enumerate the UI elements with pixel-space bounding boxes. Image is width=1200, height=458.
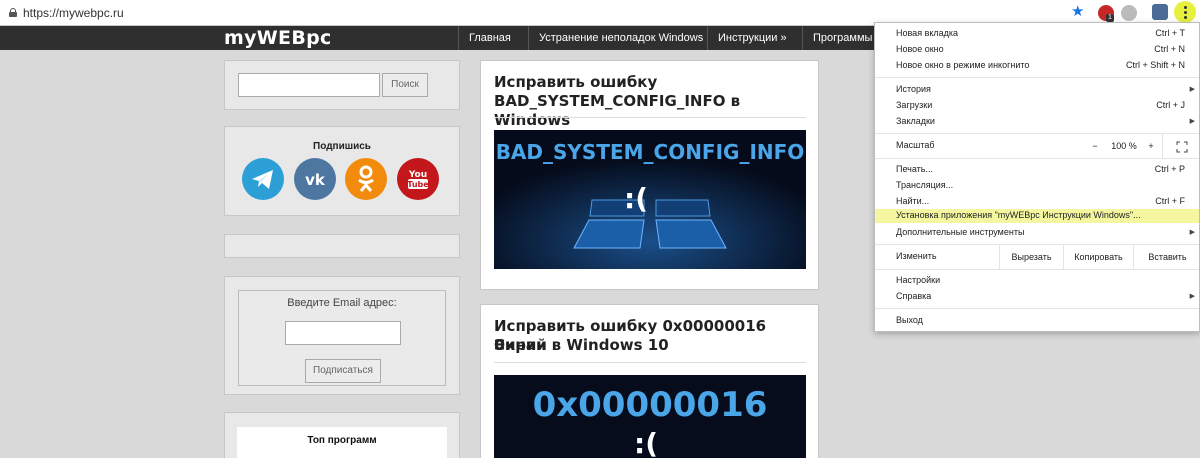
article-card: Исправить ошибку BAD_SYSTEM_CONFIG_INFO …: [480, 60, 819, 290]
chrome-menu-icon[interactable]: [1174, 1, 1196, 23]
article-card: Исправить ошибку 0x00000016 Синий Экран …: [480, 304, 819, 458]
top-programs-box: Топ программ: [237, 427, 447, 458]
svg-text:You: You: [408, 170, 427, 180]
menu-shortcut: Ctrl + N: [1154, 44, 1185, 54]
menu-item-label: Выход: [896, 315, 923, 325]
submenu-arrow-icon: ▶: [1189, 293, 1195, 300]
subscribe-title: Подпишись: [313, 141, 371, 152]
nav-troubleshooting[interactable]: Устранение неполадок Windows: [528, 26, 713, 50]
odnoklassniki-icon[interactable]: [345, 158, 387, 200]
submenu-arrow-icon: ▶: [1189, 86, 1195, 93]
lock-icon: [9, 8, 17, 17]
chrome-context-menu: Новая вкладка Ctrl + T Новое окно Ctrl +…: [874, 22, 1200, 332]
menu-item-label: Справка: [896, 291, 932, 301]
empty-widget: [224, 234, 460, 258]
article-title-line[interactable]: Экран в Windows 10: [494, 336, 669, 355]
menu-shortcut: Ctrl + F: [1155, 196, 1185, 206]
article-title-line[interactable]: BAD_SYSTEM_CONFIG_INFO в Windows: [494, 92, 818, 130]
email-field[interactable]: [285, 321, 401, 345]
menu-item-zoom: Масштаб − 100 % +: [875, 134, 1199, 158]
menu-item-new-window[interactable]: Новое окно Ctrl + N: [875, 42, 1199, 58]
telegram-icon[interactable]: [242, 158, 284, 200]
youtube-icon[interactable]: You Tube: [397, 158, 439, 200]
search-widget: Поиск: [224, 60, 460, 110]
menu-item-find[interactable]: Найти... Ctrl + F: [875, 194, 1199, 210]
subscribe-widget: Подпишись vk You Tube: [224, 126, 460, 216]
menu-item-settings[interactable]: Настройки: [875, 273, 1199, 289]
search-input[interactable]: [238, 73, 380, 97]
profile-icon[interactable]: [1152, 4, 1168, 20]
menu-item-label: Найти...: [896, 196, 930, 206]
article-image[interactable]: BAD_SYSTEM_CONFIG_INFO :(: [494, 130, 806, 269]
menu-item-label: Новое окно: [896, 44, 944, 54]
divider: [494, 362, 806, 363]
email-form: Введите Email адрес: Подписаться: [238, 290, 446, 386]
address-bar[interactable]: https://mywebpc.ru: [23, 6, 124, 20]
sad-face-icon: :(: [624, 182, 648, 215]
site-logo[interactable]: myWEBpc: [224, 27, 332, 49]
menu-divider: [875, 308, 1199, 309]
top-programs-widget: Топ программ: [224, 412, 460, 458]
menu-shortcut: Ctrl + T: [1155, 28, 1185, 38]
menu-item-label: Загрузки: [896, 100, 933, 110]
menu-item-label: История: [896, 84, 931, 94]
menu-item-new-tab[interactable]: Новая вкладка Ctrl + T: [875, 26, 1199, 42]
menu-item-more-tools[interactable]: Дополнительные инструменты ▶: [875, 225, 1199, 241]
nav-instructions[interactable]: Инструкции »: [707, 26, 797, 50]
menu-divider: [875, 77, 1199, 78]
image-caption: BAD_SYSTEM_CONFIG_INFO: [495, 140, 805, 164]
menu-item-label: Масштаб: [896, 140, 935, 150]
extension-icon[interactable]: [1121, 5, 1137, 21]
bookmark-star-icon[interactable]: ★: [1071, 3, 1084, 21]
top-programs-title: Топ программ: [307, 435, 377, 446]
menu-item-label: Настройки: [896, 275, 941, 285]
menu-item-edit: Изменить Вырезать Копировать Вставить: [875, 245, 1199, 269]
menu-item-label: Установка приложения "myWEBpc Инструкции…: [896, 210, 1141, 220]
menu-divider: [875, 269, 1199, 270]
menu-item-help[interactable]: Справка ▶: [875, 289, 1199, 305]
menu-item-print[interactable]: Печать... Ctrl + P: [875, 162, 1199, 178]
article-image[interactable]: 0x00000016 :(: [494, 375, 806, 458]
nav-home[interactable]: Главная: [458, 26, 521, 50]
submenu-arrow-icon: ▶: [1189, 118, 1195, 125]
paste-button[interactable]: Вставить: [1133, 245, 1200, 269]
extension-icon[interactable]: 1: [1098, 5, 1114, 22]
menu-item-label: Печать...: [896, 164, 933, 174]
cut-button[interactable]: Вырезать: [999, 245, 1063, 269]
menu-item-bookmarks[interactable]: Закладки ▶: [875, 114, 1199, 130]
subscribe-button[interactable]: Подписаться: [305, 359, 381, 383]
search-button[interactable]: Поиск: [382, 73, 428, 97]
email-subscribe-widget: Введите Email адрес: Подписаться: [224, 276, 460, 395]
sad-face-icon: :(: [634, 427, 658, 458]
svg-text:vk: vk: [305, 171, 326, 189]
email-label: Введите Email адрес:: [287, 297, 397, 309]
menu-item-cast[interactable]: Трансляция...: [875, 178, 1199, 194]
zoom-level: 100 %: [1111, 141, 1137, 151]
menu-item-incognito[interactable]: Новое окно в режиме инкогнито Ctrl + Shi…: [875, 58, 1199, 74]
menu-item-label: Дополнительные инструменты: [896, 227, 1025, 237]
zoom-in-button[interactable]: +: [1140, 134, 1162, 158]
menu-shortcut: Ctrl + P: [1154, 164, 1185, 174]
article-title-line[interactable]: Исправить ошибку: [494, 73, 657, 92]
vk-icon[interactable]: vk: [294, 158, 336, 200]
menu-shortcut: Ctrl + J: [1156, 100, 1185, 110]
submenu-arrow-icon: ▶: [1189, 229, 1195, 236]
menu-item-label: Изменить: [896, 251, 937, 261]
divider: [494, 117, 806, 118]
svg-text:Tube: Tube: [407, 180, 429, 189]
menu-item-downloads[interactable]: Загрузки Ctrl + J: [875, 98, 1199, 114]
image-caption: 0x00000016: [532, 385, 768, 425]
menu-item-label: Трансляция...: [896, 180, 954, 190]
menu-item-label: Закладки: [896, 116, 935, 126]
fullscreen-icon[interactable]: [1162, 134, 1200, 158]
menu-item-history[interactable]: История ▶: [875, 82, 1199, 98]
zoom-out-button[interactable]: −: [1082, 134, 1108, 158]
menu-shortcut: Ctrl + Shift + N: [1125, 60, 1185, 70]
menu-item-install-app[interactable]: Установка приложения "myWEBpc Инструкции…: [875, 209, 1199, 223]
menu-item-label: Новое окно в режиме инкогнито: [896, 60, 1030, 70]
menu-item-label: Новая вкладка: [896, 28, 959, 38]
menu-item-exit[interactable]: Выход: [875, 313, 1199, 329]
menu-divider: [875, 158, 1199, 159]
copy-button[interactable]: Копировать: [1063, 245, 1133, 269]
